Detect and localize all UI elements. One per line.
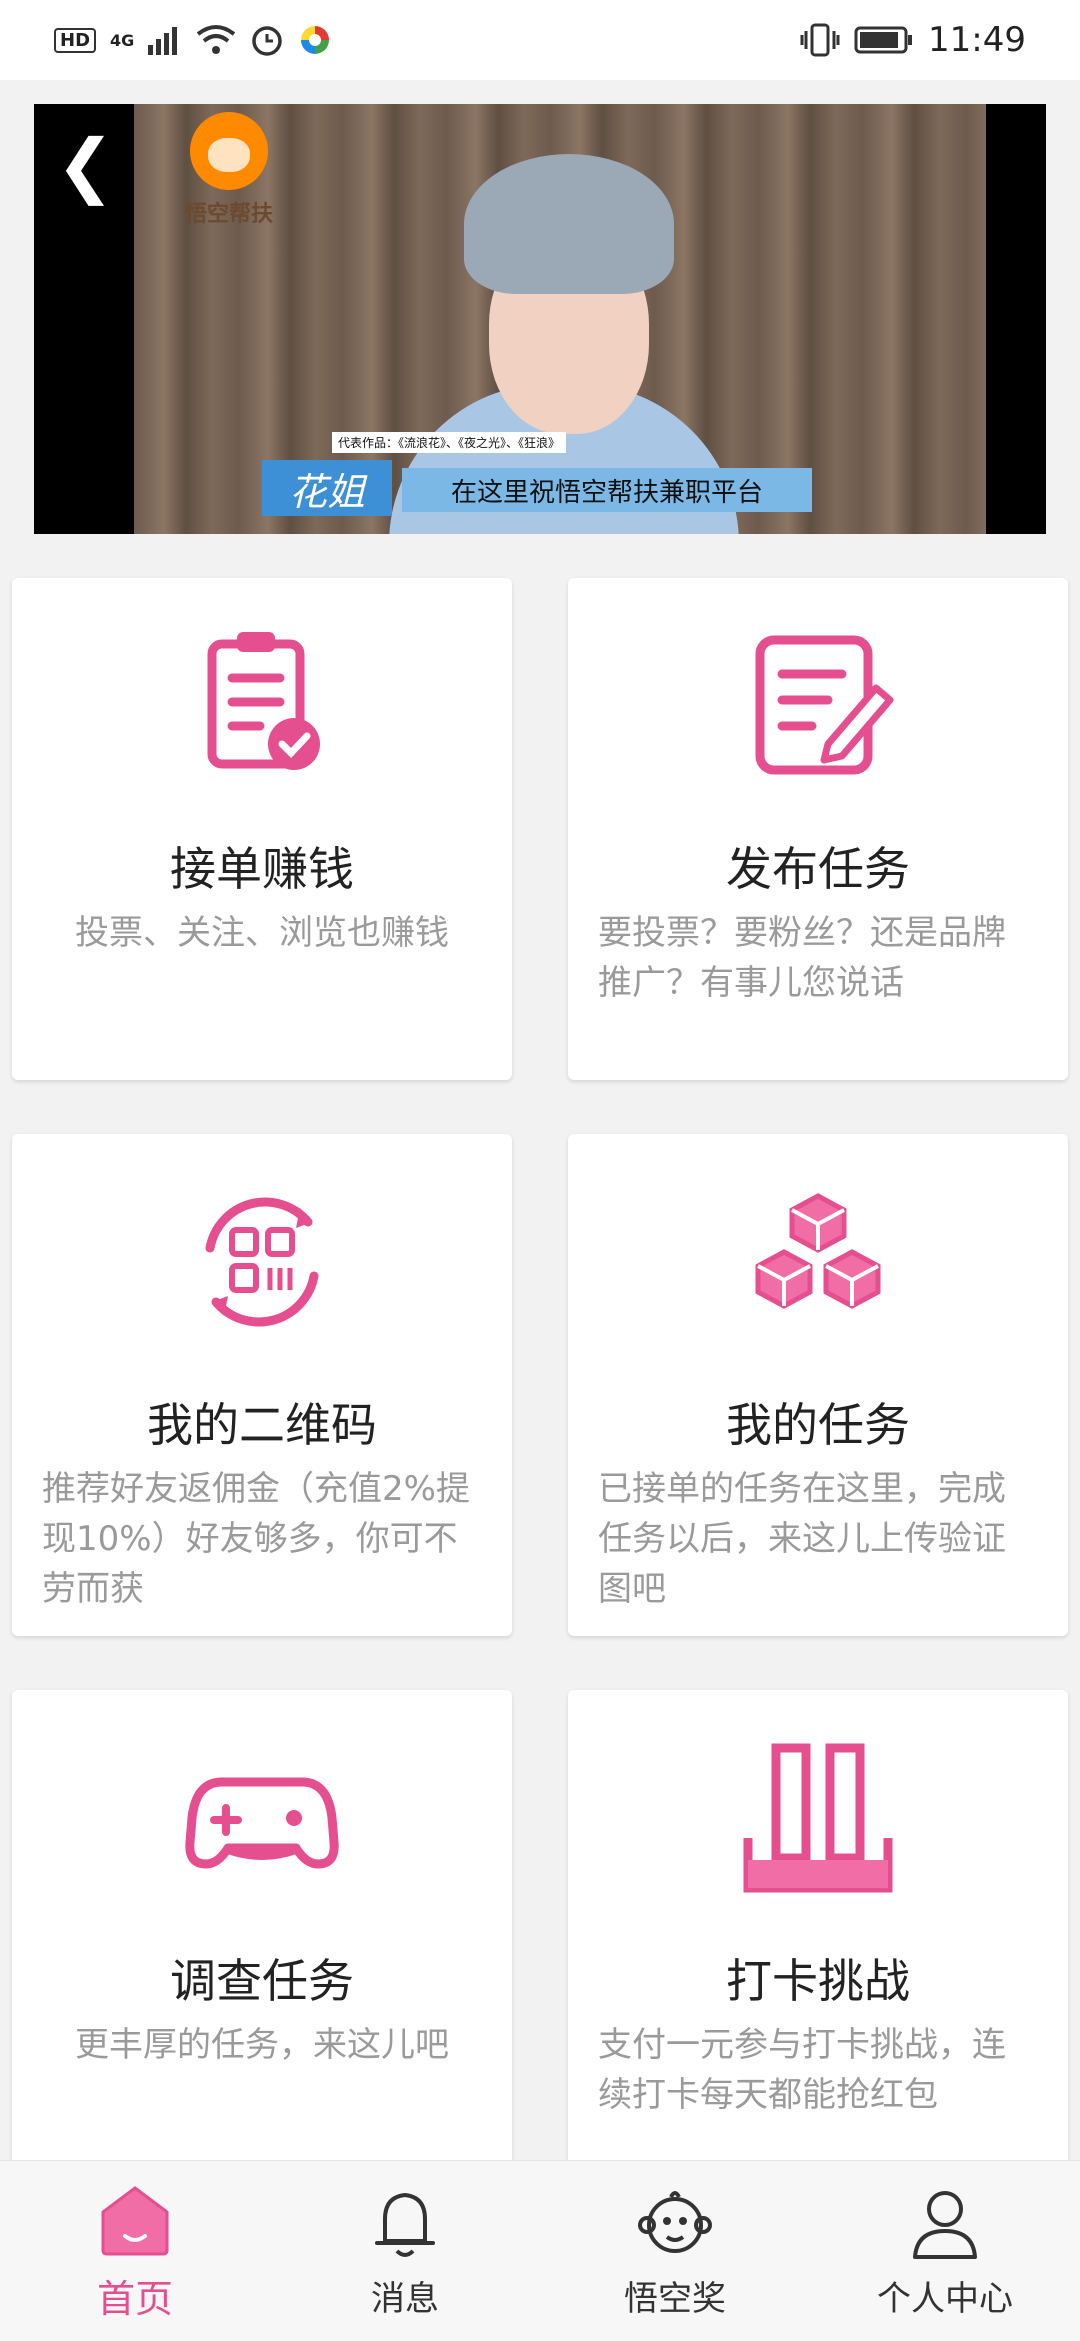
card-take-orders[interactable]: 接单赚钱 投票、关注、浏览也赚钱 — [12, 578, 512, 1080]
card-title: 发布任务 — [726, 842, 910, 896]
back-arrow-icon[interactable]: ❮ — [56, 124, 115, 206]
card-title: 我的二维码 — [147, 1398, 377, 1452]
monkey-logo-icon — [190, 112, 268, 190]
gamepad-icon — [12, 1738, 512, 1898]
card-title: 调查任务 — [170, 1954, 354, 2008]
card-description: 要投票？要粉丝？还是品牌推广？有事儿您说话 — [598, 913, 1006, 1003]
network-type: 4G — [110, 30, 135, 50]
qr-code-icon — [12, 1182, 512, 1342]
checkin-bars-icon — [568, 1738, 1068, 1898]
card-checkin-challenge[interactable]: 打卡挑战 支付一元参与打卡挑战，连续打卡每天都能抢红包 — [568, 1690, 1068, 2192]
battery-icon — [854, 26, 913, 54]
video-person-hat — [464, 154, 674, 294]
card-publish-task[interactable]: 发布任务 要投票？要粉丝？还是品牌推广？有事儿您说话 — [568, 578, 1068, 1080]
signal-icon — [148, 27, 178, 55]
tab-wukong-prize[interactable]: 悟空奖 — [540, 2161, 810, 2341]
subtitle-credit: 代表作品：《流浪花》、《夜之光》、《狂浪》 — [332, 432, 567, 453]
status-left: HD 4G — [54, 23, 332, 57]
alarm-icon — [252, 26, 283, 56]
home-icon — [101, 2185, 169, 2255]
card-title: 接单赚钱 — [170, 842, 354, 896]
card-description: 投票、关注、浏览也赚钱 — [75, 913, 449, 953]
card-description: 更丰厚的任务，来这儿吧 — [75, 2025, 449, 2065]
card-my-qrcode[interactable]: 我的二维码 推荐好友返佣金（充值2%提现10%）好友够多，你可不劳而获 — [12, 1134, 512, 1636]
tab-label: 个人中心 — [877, 2278, 1013, 2319]
clock-time: 11:49 — [928, 20, 1026, 60]
tab-label: 悟空奖 — [624, 2278, 726, 2319]
app-notification-icon — [301, 26, 330, 54]
card-title: 我的任务 — [726, 1398, 910, 1452]
cubes-icon — [568, 1182, 1068, 1342]
person-icon — [913, 2190, 977, 2259]
subtitle-line: 在这里祝悟空帮扶兼职平台 — [402, 468, 812, 512]
tab-messages[interactable]: 消息 — [270, 2161, 540, 2341]
video-banner[interactable]: ❮ 悟空帮扶 代表作品：《流浪花》、《夜之光》、《狂浪》 花姐 在这里祝悟空帮扶… — [34, 104, 1046, 534]
card-my-tasks[interactable]: 我的任务 已接单的任务在这里，完成任务以后，来这儿上传验证图吧 — [568, 1134, 1068, 1636]
tab-label: 首页 — [96, 2276, 173, 2321]
brand-logo: 悟空帮扶 — [174, 112, 284, 242]
tab-profile[interactable]: 个人中心 — [810, 2161, 1080, 2341]
card-survey-task[interactable]: 调查任务 更丰厚的任务，来这儿吧 — [12, 1690, 512, 2192]
clipboard-check-icon — [12, 626, 512, 786]
status-right: 11:49 — [800, 20, 1026, 60]
hd-badge: HD — [54, 27, 97, 53]
tab-home[interactable]: 首页 — [0, 2161, 270, 2341]
card-description: 已接单的任务在这里，完成任务以后，来这儿上传验证图吧 — [598, 1469, 1006, 1609]
vibrate-icon — [800, 23, 840, 57]
wifi-icon — [197, 25, 236, 54]
bottom-tab-bar: 首页 消息 悟空奖 个人中心 — [0, 2160, 1080, 2341]
subtitle-name: 花姐 — [262, 460, 392, 516]
bell-icon — [375, 2192, 435, 2257]
monkey-icon — [638, 2190, 712, 2253]
logo-text: 悟空帮扶 — [184, 202, 273, 227]
status-bar: HD 4G 11:49 — [0, 0, 1080, 80]
card-description: 支付一元参与打卡挑战，连续打卡每天都能抢红包 — [598, 2025, 1006, 2115]
edit-document-icon — [568, 626, 1068, 786]
tab-label: 消息 — [371, 2278, 439, 2319]
card-description: 推荐好友返佣金（充值2%提现10%）好友够多，你可不劳而获 — [42, 1469, 470, 1609]
card-title: 打卡挑战 — [726, 1954, 910, 2008]
video-subtitle: 代表作品：《流浪花》、《夜之光》、《狂浪》 花姐 在这里祝悟空帮扶兼职平台 — [262, 432, 862, 520]
